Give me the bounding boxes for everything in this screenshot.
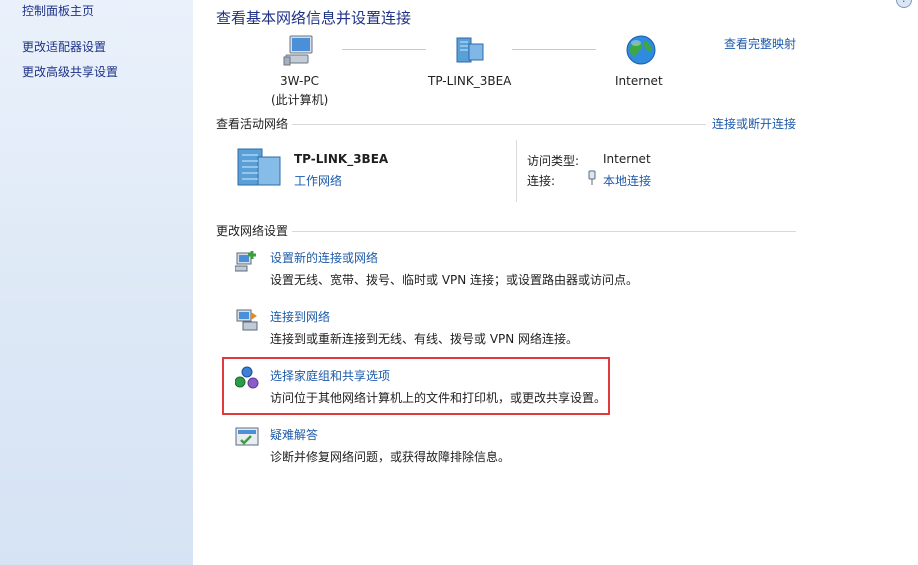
map-node-sublabel: (此计算机) — [271, 93, 329, 107]
connect-to-network-link[interactable]: 连接到网络 — [270, 308, 330, 325]
map-link-line — [342, 49, 426, 50]
sidebar-item-change-adapter-settings[interactable]: 更改适配器设置 — [22, 38, 106, 55]
map-link-line — [512, 49, 596, 50]
network-icon — [456, 37, 484, 63]
globe-icon — [626, 35, 656, 65]
connection-link[interactable]: 本地连接 — [603, 172, 651, 189]
setup-new-connection-desc: 设置无线、宽带、拨号、临时或 VPN 连接；或设置路由器或访问点。 — [270, 273, 639, 287]
map-node-label: 3W-PC — [280, 74, 319, 88]
connect-network-icon — [236, 309, 258, 331]
setup-new-connection-link[interactable]: 设置新的连接或网络 — [270, 249, 378, 266]
sidebar-item-control-panel-home[interactable]: 控制面板主页 — [22, 2, 94, 19]
sidebar: 控制面板主页 更改适配器设置 更改高级共享设置 — [0, 0, 193, 565]
access-type-value: Internet — [603, 152, 651, 166]
troubleshoot-desc: 诊断并修复网络问题，或获得故障排除信息。 — [270, 450, 511, 464]
network-type-link[interactable]: 工作网络 — [294, 172, 342, 189]
new-connection-icon — [235, 251, 256, 272]
section-divider — [292, 231, 796, 232]
homegroup-sharing-desc: 访问位于其他网络计算机上的文件和打印机，或更改共享设置。 — [270, 391, 607, 405]
homegroup-sharing-link[interactable]: 选择家庭组和共享选项 — [270, 367, 390, 384]
full-map-link[interactable]: 查看完整映射 — [724, 35, 796, 52]
section-divider — [292, 124, 706, 125]
access-type-label: 访问类型: — [527, 154, 580, 168]
connection-label: 连接: — [527, 174, 556, 188]
help-icon[interactable]: ? — [896, 0, 912, 8]
troubleshoot-link[interactable]: 疑难解答 — [270, 426, 318, 443]
connect-disconnect-link[interactable]: 连接或断开连接 — [712, 115, 796, 132]
connect-to-network-desc: 连接到或重新连接到无线、有线、拨号或 VPN 网络连接。 — [270, 332, 579, 346]
sidebar-item-advanced-sharing-settings[interactable]: 更改高级共享设置 — [22, 63, 118, 80]
ethernet-icon — [588, 170, 596, 185]
page-title: 查看基本网络信息并设置连接 — [216, 9, 412, 27]
change-settings-heading: 更改网络设置 — [216, 224, 289, 238]
computer-icon — [283, 35, 313, 66]
vertical-divider — [516, 140, 517, 202]
homegroup-icon — [235, 366, 259, 389]
highlight-box — [222, 357, 610, 415]
map-node-label: TP-LINK_3BEA — [428, 74, 512, 88]
troubleshoot-icon — [235, 427, 259, 446]
active-networks-heading: 查看活动网络 — [216, 117, 289, 131]
map-node-label: Internet — [615, 74, 663, 88]
network-name: TP-LINK_3BEA — [294, 152, 389, 166]
network-building-icon — [237, 148, 281, 186]
